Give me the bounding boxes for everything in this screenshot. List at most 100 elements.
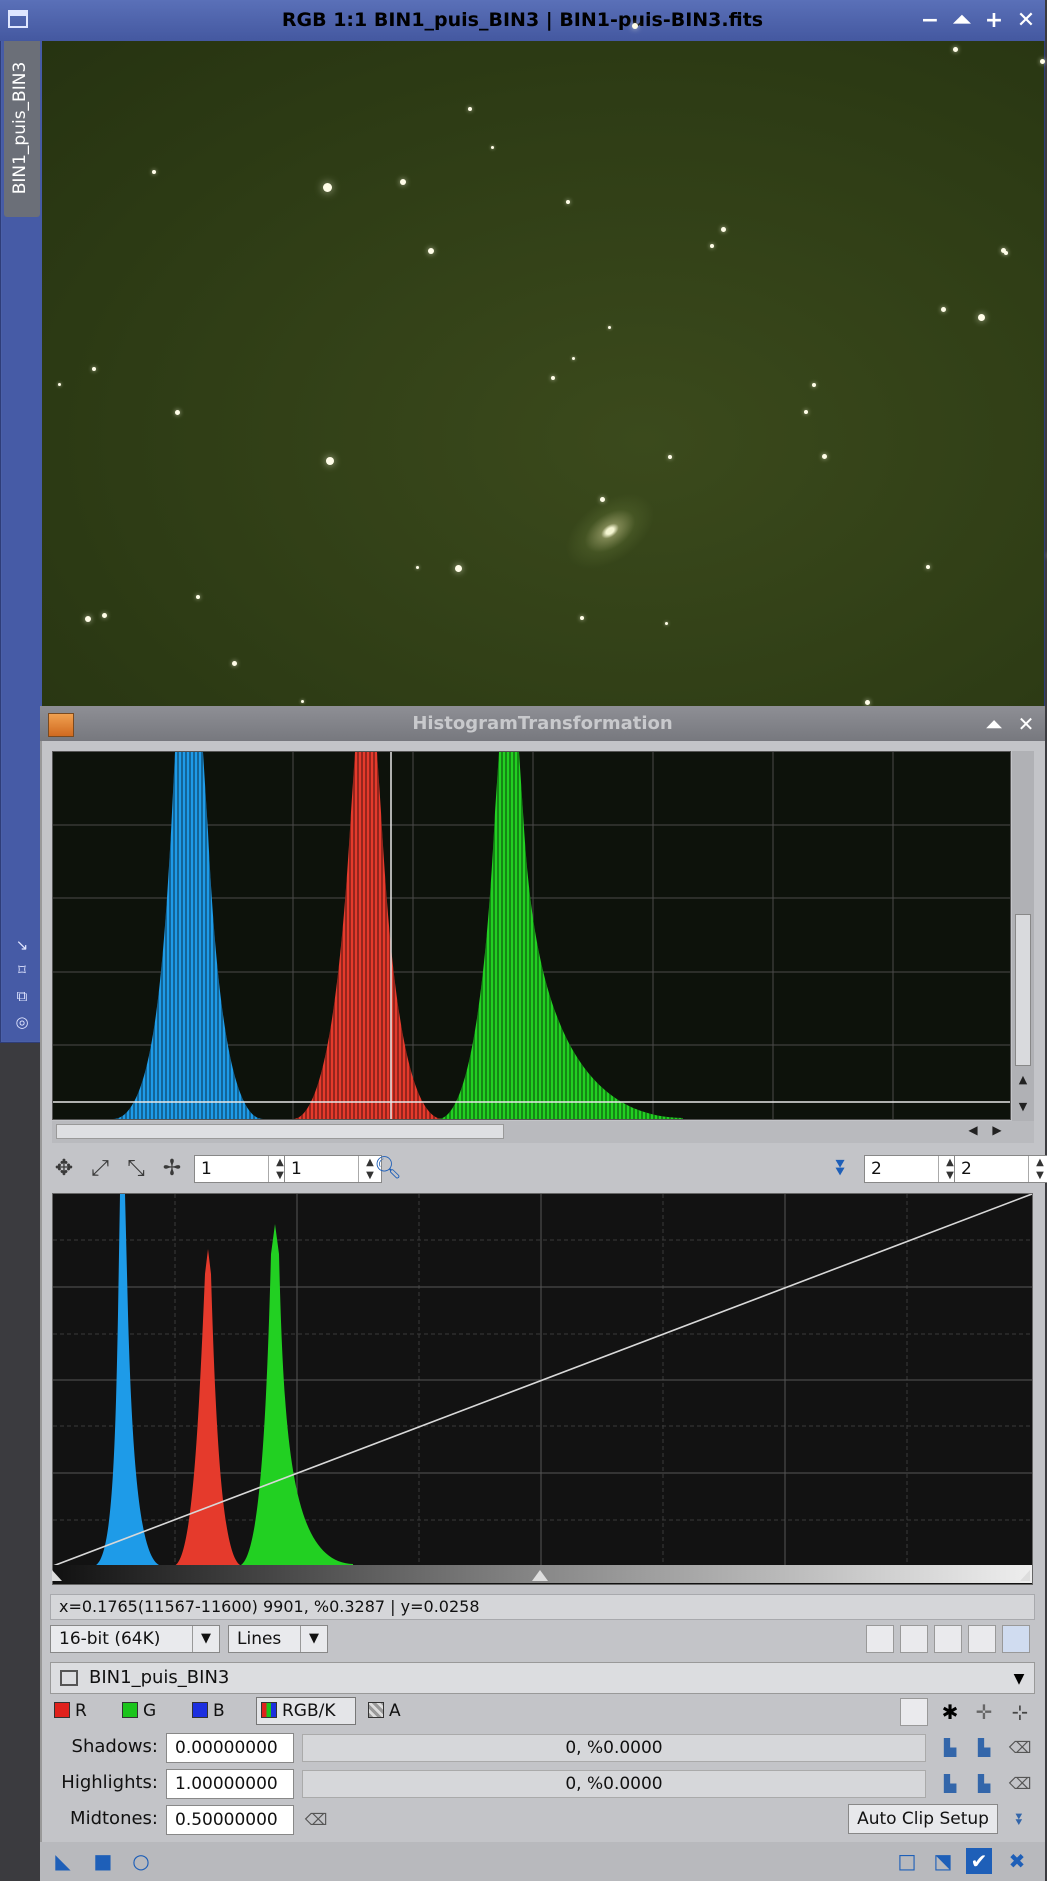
- reset-instance-icon[interactable]: □: [894, 1848, 920, 1874]
- star: [57, 383, 61, 387]
- shade-icon[interactable]: ⏶: [950, 9, 974, 33]
- fit-view-icon[interactable]: ⌑: [12, 960, 32, 980]
- green-curve-histogram: [238, 1224, 353, 1566]
- vertical-zoom-spinner[interactable]: 1 ▲ ▼: [284, 1155, 382, 1183]
- drag-identifier-icon[interactable]: ↘: [12, 935, 32, 955]
- maximize-icon[interactable]: +: [982, 9, 1006, 33]
- curve-mode-icon[interactable]: [968, 1625, 996, 1653]
- highlights-field[interactable]: 1.00000000: [166, 1769, 294, 1799]
- scroll-left-icon[interactable]: ◀: [964, 1123, 982, 1141]
- star: [102, 612, 107, 618]
- panel-shade-icon[interactable]: ⏶: [982, 712, 1006, 736]
- star: [231, 660, 237, 666]
- histogram-icon[interactable]: ▙: [938, 1772, 962, 1796]
- star: [195, 594, 200, 599]
- shadows-slider-handle[interactable]: [52, 1570, 62, 1581]
- star: [952, 47, 958, 53]
- grid-icon[interactable]: [1002, 1625, 1030, 1653]
- auto-clip-icon[interactable]: ✱: [938, 1700, 962, 1724]
- histogram-icon[interactable]: ▙: [972, 1772, 996, 1796]
- star: [926, 564, 931, 569]
- accumulate-mode-icon[interactable]: [934, 1625, 962, 1653]
- horizontal-zoom-spinner[interactable]: 1 ▲ ▼: [194, 1155, 292, 1183]
- histogram-icon[interactable]: ▙: [972, 1736, 996, 1760]
- histogram-icon[interactable]: ▙: [938, 1736, 962, 1760]
- edit-mode-icon[interactable]: ✢: [158, 1155, 186, 1183]
- pan-mode-icon[interactable]: ✥: [50, 1155, 78, 1183]
- zoom-in-mode-icon[interactable]: ⤢: [86, 1155, 114, 1183]
- vertical-zoom-value: 1: [291, 1159, 302, 1179]
- expand-down-icon[interactable]: ⏬︎: [828, 1155, 856, 1183]
- galaxy: [551, 477, 669, 585]
- chevron-down-icon: ▼: [300, 1626, 327, 1652]
- expand-down-icon[interactable]: ⏬︎: [1008, 1808, 1032, 1832]
- close-icon[interactable]: ✕: [1014, 9, 1038, 33]
- panel-close-icon[interactable]: ✕: [1014, 712, 1038, 736]
- channel-b-label: B: [213, 1701, 225, 1721]
- input-histogram[interactable]: [52, 751, 1011, 1120]
- auto-clip-setup-button[interactable]: Auto Clip Setup: [848, 1804, 998, 1834]
- image-window-title: RGB 1:1 BIN1_puis_BIN3 | BIN1-puis-BIN3.…: [281, 9, 764, 31]
- star: [865, 700, 871, 706]
- zoom-out-mode-icon[interactable]: ⤡: [122, 1155, 150, 1183]
- collapse-icon[interactable]: ✖: [1004, 1848, 1030, 1874]
- star: [399, 179, 406, 186]
- chevron-down-icon: ▼: [192, 1626, 219, 1652]
- star: [454, 564, 462, 572]
- channel-a[interactable]: A: [368, 1697, 401, 1725]
- vertical-scroll-thumb[interactable]: [1015, 914, 1031, 1066]
- curve-horizontal-zoom-spinner[interactable]: 2 ▲ ▼: [864, 1155, 962, 1183]
- clone-view-icon[interactable]: ⧉: [12, 986, 32, 1006]
- midtones-field[interactable]: 0.50000000: [166, 1805, 294, 1835]
- scroll-right-icon[interactable]: ▶: [988, 1123, 1006, 1141]
- channel-g[interactable]: G: [122, 1697, 156, 1725]
- minimize-icon[interactable]: −: [918, 9, 942, 33]
- alpha-swatch: [368, 1702, 384, 1718]
- curve-vertical-zoom-spinner[interactable]: 2 ▲ ▼: [954, 1155, 1047, 1183]
- graph-style-select[interactable]: Lines ▼: [228, 1625, 328, 1653]
- view-properties-icon[interactable]: ◎: [12, 1012, 32, 1032]
- channel-b[interactable]: B: [192, 1697, 225, 1725]
- auto-zero-icon[interactable]: ✛: [972, 1700, 996, 1724]
- channel-r[interactable]: R: [54, 1697, 87, 1725]
- curve-vertical-zoom-value: 2: [961, 1159, 972, 1179]
- shadows-field[interactable]: 0.00000000: [166, 1733, 294, 1763]
- channel-g-label: G: [143, 1701, 157, 1721]
- apply-global-icon[interactable]: ■: [90, 1848, 116, 1874]
- shadows-label: Shadows:: [71, 1736, 158, 1757]
- star: [664, 622, 668, 626]
- scroll-down-icon[interactable]: ▼: [1014, 1100, 1032, 1118]
- scroll-up-icon[interactable]: ▲: [1014, 1073, 1032, 1091]
- rejection-mode-icon[interactable]: [900, 1625, 928, 1653]
- target-view-select[interactable]: BIN1_puis_BIN3: [50, 1662, 1035, 1694]
- highlights-slider-handle[interactable]: [1020, 1570, 1030, 1581]
- histogram-panel-title: HistogramTransformation: [412, 713, 673, 734]
- star: [416, 565, 420, 569]
- resolution-select[interactable]: 16-bit (64K) ▼: [50, 1625, 220, 1653]
- channel-r-label: R: [75, 1701, 87, 1721]
- star: [566, 199, 571, 204]
- reset-crosshair-icon[interactable]: ⊹: [1008, 1700, 1032, 1724]
- browse-documentation-icon[interactable]: ⬔: [930, 1848, 956, 1874]
- reset-icon[interactable]: ⌫: [304, 1808, 328, 1832]
- midtones-slider-handle[interactable]: [532, 1570, 548, 1581]
- reset-icon[interactable]: ⌫: [1008, 1736, 1032, 1760]
- red-swatch: [54, 1702, 70, 1718]
- red-curve-histogram: [173, 1249, 243, 1566]
- output-histogram-curve[interactable]: [52, 1193, 1033, 1585]
- image-canvas[interactable]: [42, 23, 1046, 706]
- apply-icon[interactable]: ✔: [966, 1848, 992, 1874]
- auto-zero-shadows-icon[interactable]: [900, 1698, 928, 1726]
- star: [822, 454, 827, 460]
- new-instance-icon[interactable]: ◣: [50, 1848, 76, 1874]
- real-time-preview-icon[interactable]: ○: [128, 1848, 154, 1874]
- star: [550, 376, 555, 381]
- curve-horizontal-zoom-value: 2: [871, 1159, 882, 1179]
- magnifier-icon[interactable]: 🔍︎: [374, 1155, 402, 1183]
- reset-icon[interactable]: ⌫: [1008, 1772, 1032, 1796]
- horizontal-scroll-thumb[interactable]: [56, 1124, 504, 1139]
- star: [326, 456, 335, 465]
- channel-rgbk[interactable]: RGB/K: [256, 1697, 356, 1725]
- view-tab-label: BIN1_puis_BIN3: [10, 61, 30, 195]
- histogram-mode-icon[interactable]: [866, 1625, 894, 1653]
